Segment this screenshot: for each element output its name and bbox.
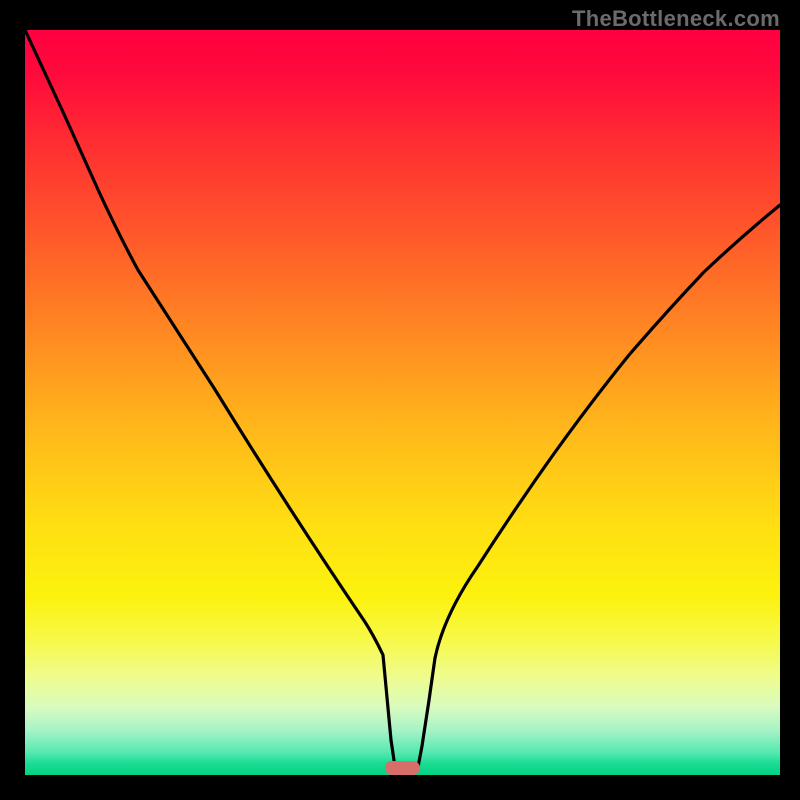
curve-path — [25, 30, 780, 767]
bottleneck-curve — [25, 30, 780, 775]
optimal-marker — [385, 761, 420, 775]
chart-frame: TheBottleneck.com — [0, 0, 800, 800]
attribution-label: TheBottleneck.com — [572, 6, 780, 32]
plot-area — [25, 30, 780, 775]
